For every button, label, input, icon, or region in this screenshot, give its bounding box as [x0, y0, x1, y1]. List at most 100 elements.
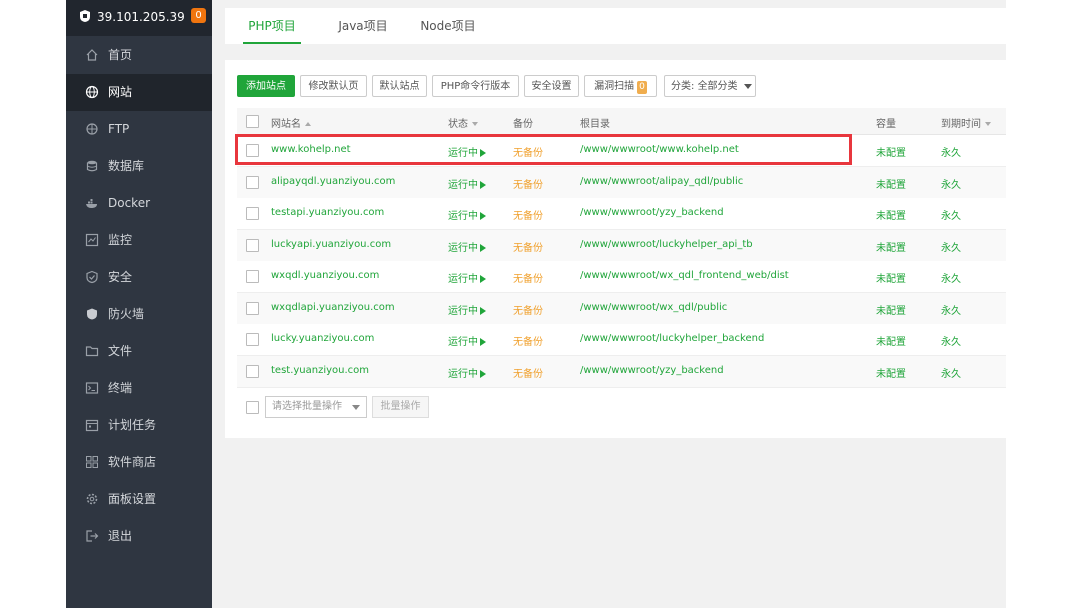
- sidebar-item-cron[interactable]: 计划任务: [66, 407, 212, 444]
- quota-link[interactable]: 未配置: [876, 302, 906, 317]
- quota-link[interactable]: 未配置: [876, 239, 906, 254]
- sidebar-item-terminal[interactable]: 终端: [66, 370, 212, 407]
- table-row[interactable]: test.yuanziyou.com 运行中 无备份 /www/wwwroot/…: [237, 356, 1006, 388]
- row-checkbox[interactable]: [246, 302, 259, 315]
- table-row[interactable]: testapi.yuanziyou.com 运行中 无备份 /www/wwwro…: [237, 198, 1006, 230]
- row-checkbox[interactable]: [246, 239, 259, 252]
- backup-link[interactable]: 无备份: [513, 365, 543, 380]
- status-label: 运行中: [448, 243, 478, 254]
- row-checkbox[interactable]: [246, 270, 259, 283]
- tab-node-projects[interactable]: Node项目: [415, 8, 481, 44]
- site-name-link[interactable]: test.yuanziyou.com: [271, 365, 369, 376]
- sidebar-item-home[interactable]: 首页: [66, 37, 212, 74]
- sidebar-item-website[interactable]: 网站: [66, 74, 212, 111]
- row-checkbox[interactable]: [246, 333, 259, 346]
- row-checkbox[interactable]: [246, 365, 259, 378]
- status-toggle[interactable]: 运行中: [448, 333, 486, 348]
- site-name-link[interactable]: alipayqdl.yuanziyou.com: [271, 176, 395, 187]
- category-dropdown[interactable]: 分类: 全部分类: [664, 75, 756, 97]
- vuln-scan-label: 漏洞扫描: [594, 81, 635, 92]
- status-toggle[interactable]: 运行中: [448, 270, 486, 285]
- tab-php-projects[interactable]: PHP项目: [243, 8, 301, 44]
- site-name-link[interactable]: wxqdl.yuanziyou.com: [271, 270, 379, 281]
- calendar-icon: [85, 419, 99, 432]
- table-row[interactable]: wxqdlapi.yuanziyou.com 运行中 无备份 /www/wwwr…: [237, 293, 1006, 325]
- column-site-name[interactable]: 网站名: [271, 115, 311, 130]
- expire-link[interactable]: 永久: [941, 239, 961, 254]
- php-cli-version-button[interactable]: PHP命令行版本: [432, 75, 519, 97]
- sidebar-item-app-store[interactable]: 软件商店: [66, 444, 212, 481]
- backup-link[interactable]: 无备份: [513, 333, 543, 348]
- expire-link[interactable]: 永久: [941, 176, 961, 191]
- quota-link[interactable]: 未配置: [876, 365, 906, 380]
- expire-link[interactable]: 永久: [941, 365, 961, 380]
- sidebar-item-label: 文件: [108, 344, 133, 358]
- batch-action-select[interactable]: 请选择批量操作: [265, 396, 367, 418]
- column-status[interactable]: 状态: [448, 115, 478, 130]
- expire-link[interactable]: 永久: [941, 270, 961, 285]
- sidebar-item-logout[interactable]: 退出: [66, 518, 212, 555]
- root-dir-link[interactable]: /www/wwwroot/wx_qdl/public: [580, 302, 727, 313]
- backup-link[interactable]: 无备份: [513, 176, 543, 191]
- column-expire[interactable]: 到期时间: [941, 115, 991, 130]
- row-checkbox[interactable]: [246, 207, 259, 220]
- root-dir-link[interactable]: /www/wwwroot/yzy_backend: [580, 207, 724, 218]
- expire-link[interactable]: 永久: [941, 302, 961, 317]
- status-toggle[interactable]: 运行中: [448, 365, 486, 380]
- sidebar-item-database[interactable]: 数据库: [66, 148, 212, 185]
- tab-java-projects[interactable]: Java项目: [331, 8, 395, 44]
- status-toggle[interactable]: 运行中: [448, 176, 486, 191]
- sidebar-item-firewall[interactable]: 防火墙: [66, 296, 212, 333]
- ftp-icon: [86, 123, 98, 135]
- status-toggle[interactable]: 运行中: [448, 239, 486, 254]
- root-dir-link[interactable]: /www/wwwroot/alipay_qdl/public: [580, 176, 743, 187]
- add-site-button[interactable]: 添加站点: [237, 75, 295, 97]
- status-toggle[interactable]: 运行中: [448, 207, 486, 222]
- expire-link[interactable]: 永久: [941, 333, 961, 348]
- notification-badge[interactable]: 0: [191, 8, 206, 23]
- quota-link[interactable]: 未配置: [876, 270, 906, 285]
- table-row[interactable]: lucky.yuanziyou.com 运行中 无备份 /www/wwwroot…: [237, 324, 1006, 356]
- docker-icon: [86, 199, 97, 208]
- play-icon: [480, 244, 486, 252]
- backup-link[interactable]: 无备份: [513, 239, 543, 254]
- sidebar-item-monitor[interactable]: 监控: [66, 222, 212, 259]
- backup-link[interactable]: 无备份: [513, 302, 543, 317]
- vuln-scan-button[interactable]: 漏洞扫描 0: [584, 75, 657, 97]
- default-site-button[interactable]: 默认站点: [372, 75, 427, 97]
- root-dir-link[interactable]: /www/wwwroot/wx_qdl_frontend_web/dist: [580, 270, 789, 281]
- select-all-checkbox[interactable]: [246, 115, 259, 128]
- security-settings-button[interactable]: 安全设置: [524, 75, 579, 97]
- batch-action-button[interactable]: 批量操作: [372, 396, 429, 418]
- site-name-link[interactable]: luckyapi.yuanziyou.com: [271, 239, 391, 250]
- table-row[interactable]: wxqdl.yuanziyou.com 运行中 无备份 /www/wwwroot…: [237, 261, 1006, 293]
- site-name-link[interactable]: testapi.yuanziyou.com: [271, 207, 384, 218]
- table-row[interactable]: alipayqdl.yuanziyou.com 运行中 无备份 /www/www…: [237, 167, 1006, 199]
- site-name-link[interactable]: lucky.yuanziyou.com: [271, 333, 374, 344]
- status-label: 运行中: [448, 337, 478, 348]
- status-toggle[interactable]: 运行中: [448, 302, 486, 317]
- quota-link[interactable]: 未配置: [876, 207, 906, 222]
- table-row[interactable]: luckyapi.yuanziyou.com 运行中 无备份 /www/wwwr…: [237, 230, 1006, 262]
- root-dir-link[interactable]: /www/wwwroot/luckyhelper_backend: [580, 333, 764, 344]
- quota-link[interactable]: 未配置: [876, 333, 906, 348]
- expire-link[interactable]: 永久: [941, 207, 961, 222]
- backup-link[interactable]: 无备份: [513, 270, 543, 285]
- sidebar-item-security[interactable]: 安全: [66, 259, 212, 296]
- quota-link[interactable]: 未配置: [876, 144, 906, 159]
- backup-link[interactable]: 无备份: [513, 207, 543, 222]
- sidebar-item-docker[interactable]: Docker: [66, 185, 212, 222]
- root-dir-link[interactable]: /www/wwwroot/yzy_backend: [580, 365, 724, 376]
- sidebar-item-panel-settings[interactable]: 面板设置: [66, 481, 212, 518]
- root-dir-link[interactable]: /www/wwwroot/luckyhelper_api_tb: [580, 239, 753, 250]
- row-checkbox[interactable]: [246, 176, 259, 189]
- expire-link[interactable]: 永久: [941, 144, 961, 159]
- footer-select-all-checkbox[interactable]: [246, 401, 259, 414]
- sidebar-item-ftp[interactable]: FTP: [66, 111, 212, 148]
- quota-link[interactable]: 未配置: [876, 176, 906, 191]
- edit-default-page-button[interactable]: 修改默认页: [300, 75, 367, 97]
- server-ip: 39.101.205.39: [97, 10, 185, 24]
- site-name-link[interactable]: wxqdlapi.yuanziyou.com: [271, 302, 395, 313]
- sidebar-item-files[interactable]: 文件: [66, 333, 212, 370]
- status-label: 运行中: [448, 369, 478, 380]
